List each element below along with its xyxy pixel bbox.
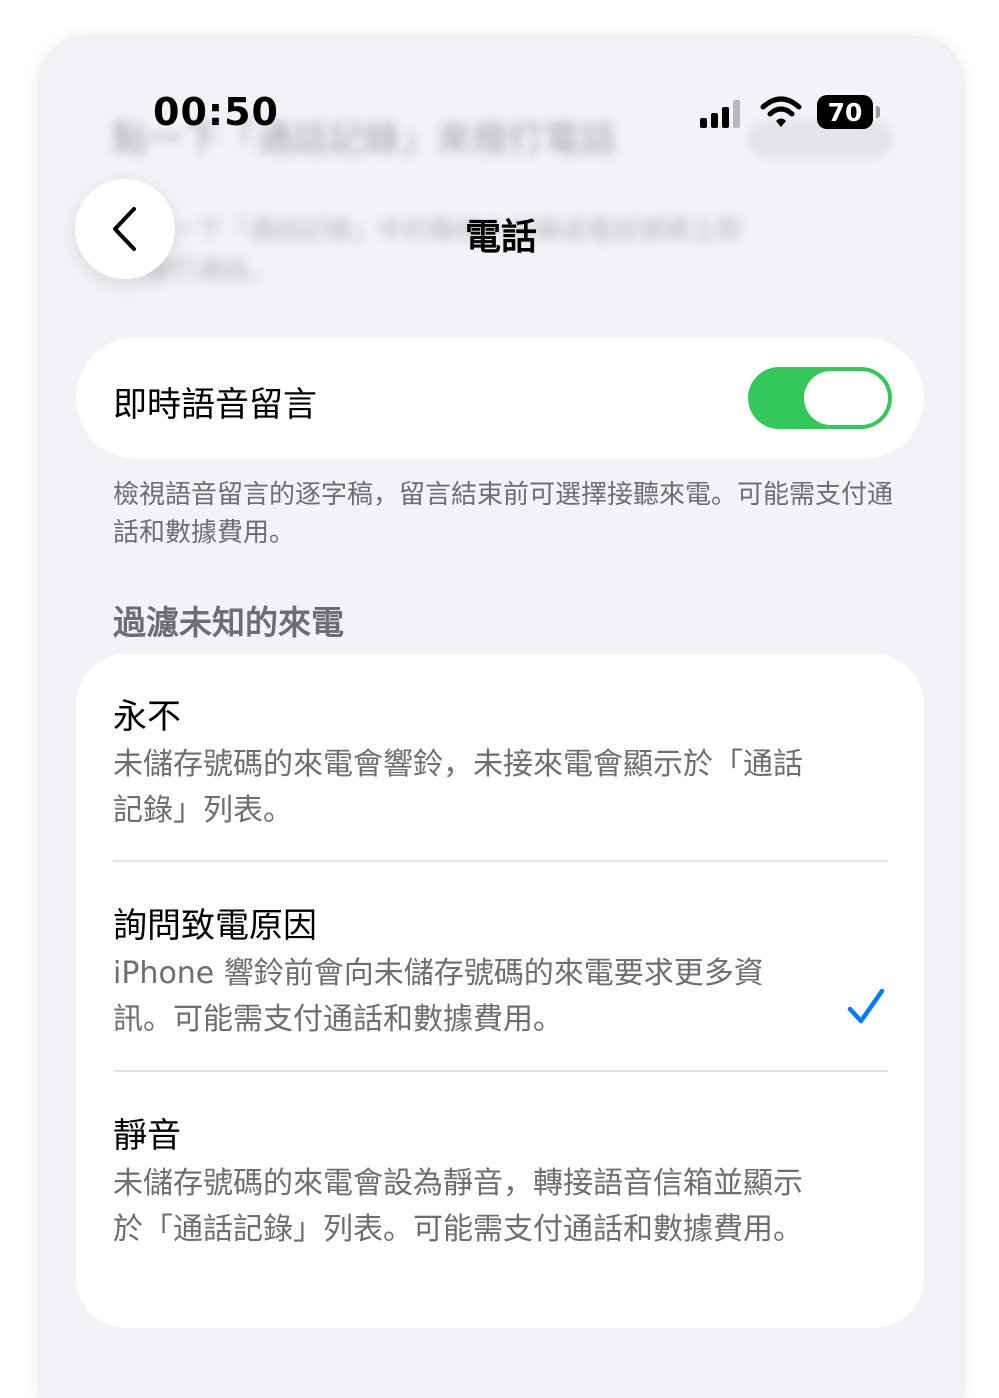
- divider: [113, 860, 888, 862]
- page-title: 電話: [464, 217, 537, 258]
- live-voicemail-row: 即時語音留言: [76, 337, 924, 459]
- status-time: 00:50: [153, 90, 279, 134]
- option-description: iPhone 響鈴前會向未儲存號碼的來電要求更多資訊。可能需支付通話和數據費用。: [113, 956, 764, 1037]
- live-voicemail-footnote: 檢視語音留言的逐字稿，留言結束前可選擇接聽來電。可能需支付通話和數據費用。: [113, 480, 894, 548]
- divider: [113, 1070, 888, 1072]
- live-voicemail-toggle[interactable]: [748, 367, 892, 429]
- option-title: 靜音: [113, 1116, 181, 1156]
- option-description: 未儲存號碼的來電會設為靜音，轉接語音信箱並顯示於「通話記錄」列表。可能需支付通話…: [113, 1166, 803, 1247]
- cellular-signal-icon: [700, 100, 740, 128]
- toggle-knob: [804, 371, 888, 425]
- option-never[interactable]: 永不 未儲存號碼的來電會響鈴，未接來電會顯示於「通話記錄」列表。: [113, 694, 888, 834]
- screen-unknown-options: 永不 未儲存號碼的來電會響鈴，未接來電會顯示於「通話記錄」列表。 詢問致電原因 …: [76, 654, 924, 1328]
- battery-cap: [876, 106, 880, 118]
- live-voicemail-label: 即時語音留言: [113, 385, 317, 425]
- option-title: 詢問致電原因: [113, 906, 317, 946]
- phone-screen: 點一下「通話記錄」來撥打電話 點一下「通話記錄」中的聯絡人名稱或電話號碼立即 撥…: [40, 38, 962, 1398]
- checkmark-icon: [847, 988, 885, 1024]
- section-header: 過濾未知的來電: [113, 603, 344, 642]
- battery-indicator: 70: [817, 95, 873, 129]
- option-title: 永不: [113, 697, 181, 737]
- option-ask-reason[interactable]: 詢問致電原因 iPhone 響鈴前會向未儲存號碼的來電要求更多資訊。可能需支付通…: [113, 903, 888, 1043]
- wifi-icon: [760, 96, 802, 127]
- option-silence[interactable]: 靜音 未儲存號碼的來電會設為靜音，轉接語音信箱並顯示於「通話記錄」列表。可能需支…: [113, 1113, 888, 1253]
- option-description: 未儲存號碼的來電會響鈴，未接來電會顯示於「通話記錄」列表。: [113, 747, 803, 828]
